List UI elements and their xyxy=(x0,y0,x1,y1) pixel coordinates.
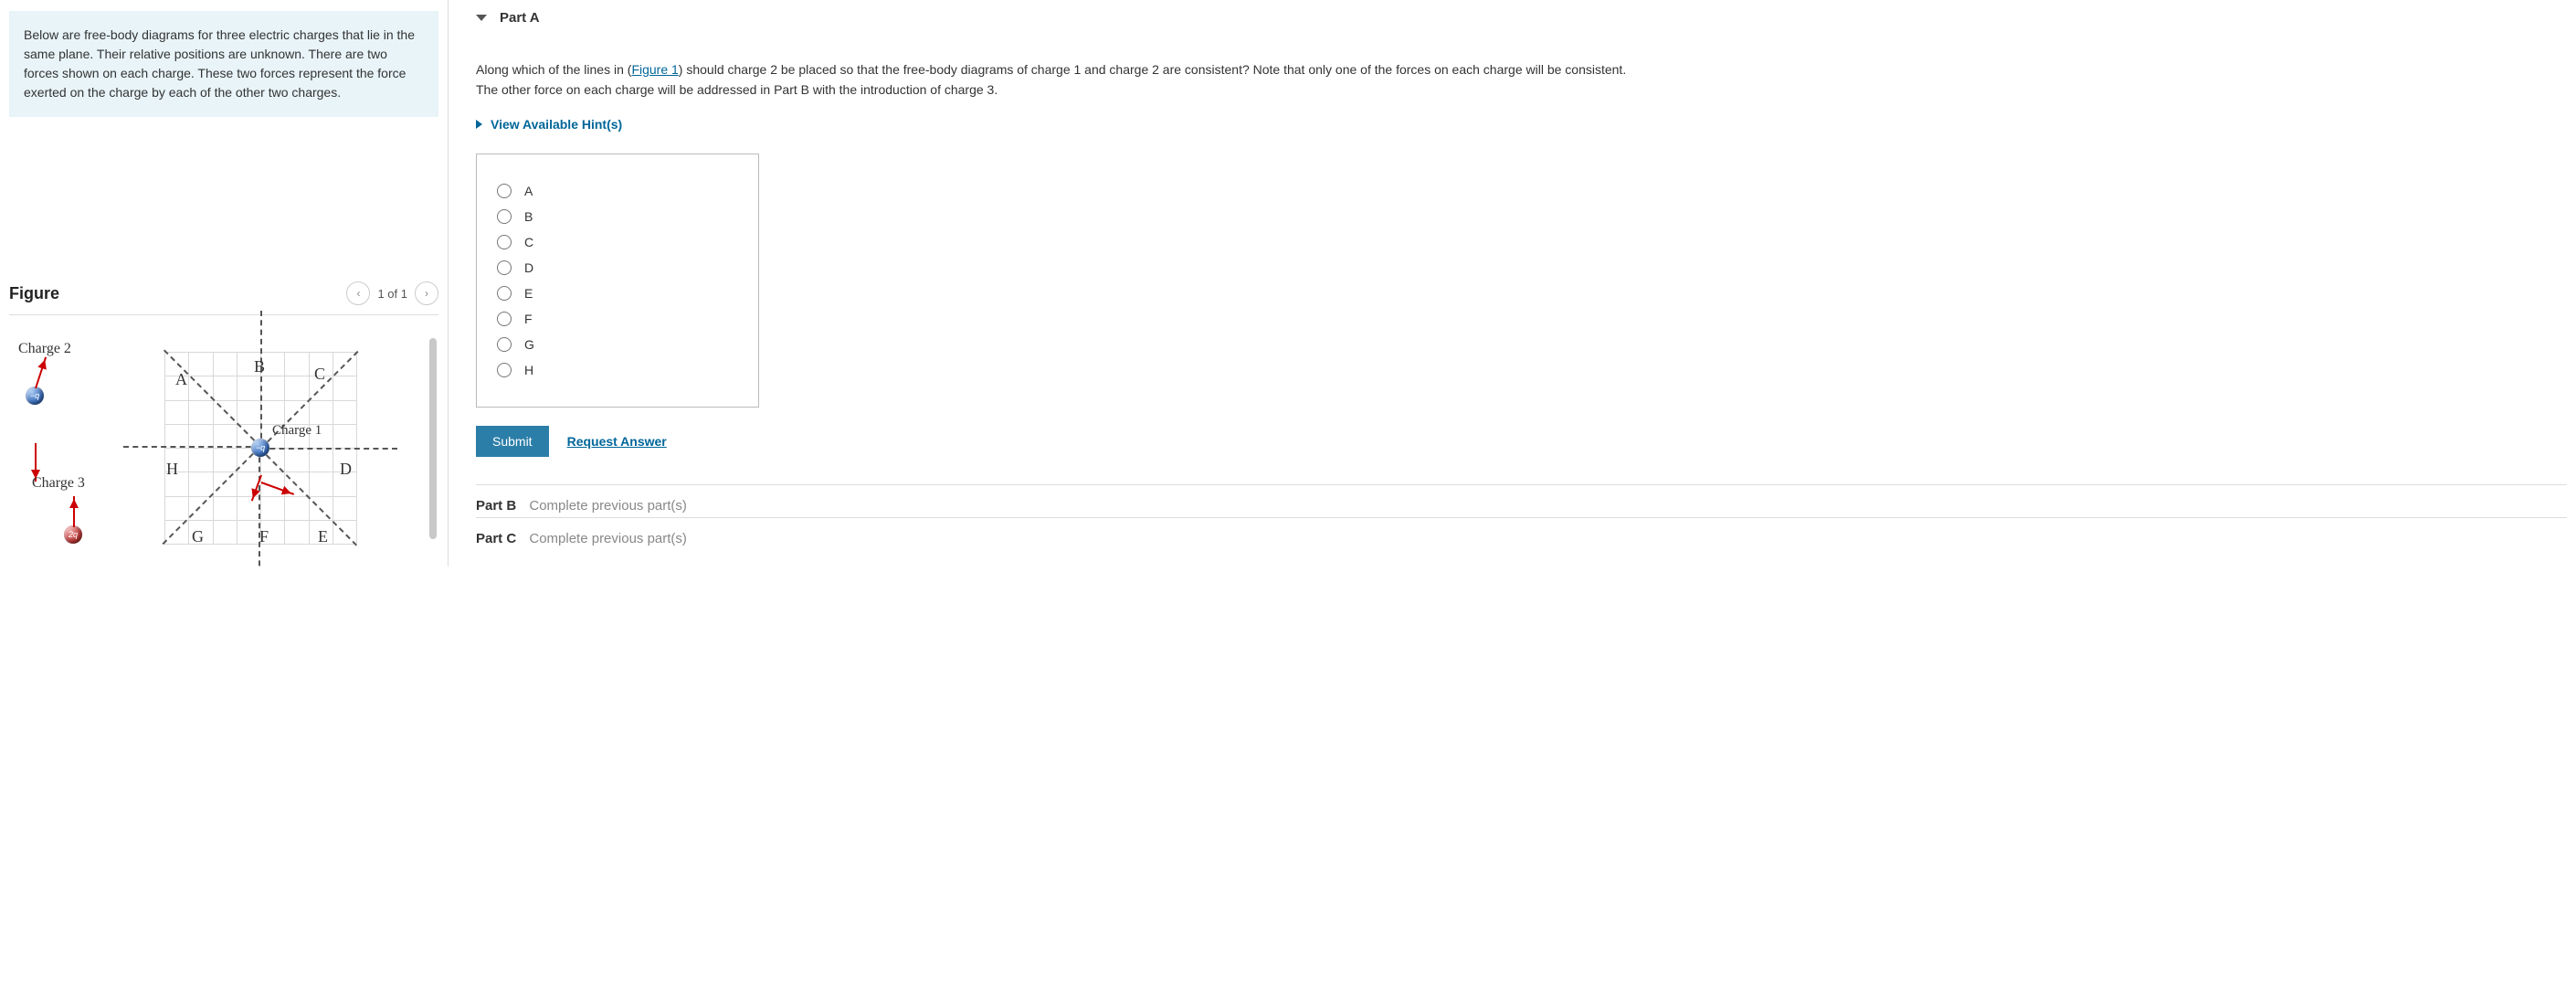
charge3-ball: 2q xyxy=(64,525,82,544)
option-D[interactable]: D xyxy=(497,260,738,275)
action-row: Submit Request Answer xyxy=(476,426,2567,457)
dir-D: D xyxy=(340,460,352,479)
dir-G: G xyxy=(192,527,204,546)
figure-1-link[interactable]: Figure 1 xyxy=(631,62,678,77)
right-panel: Part A Along which of the lines in (Figu… xyxy=(448,0,2576,567)
dir-E: E xyxy=(318,527,328,546)
part-a-title: Part A xyxy=(500,10,540,26)
charge1-ball: −q xyxy=(251,439,269,457)
request-answer-link[interactable]: Request Answer xyxy=(567,434,667,449)
pager-label: 1 of 1 xyxy=(377,287,407,301)
figure-title: Figure xyxy=(9,284,59,303)
figure-image: Charge 2 −q Charge 3 2q xyxy=(9,334,438,544)
submit-button[interactable]: Submit xyxy=(476,426,549,457)
dir-H: H xyxy=(166,460,178,479)
caret-down-icon xyxy=(476,15,487,26)
option-G[interactable]: G xyxy=(497,337,738,352)
charge2-arrow-1 xyxy=(35,356,47,388)
problem-description: Below are free-body diagrams for three e… xyxy=(9,11,438,117)
option-E[interactable]: E xyxy=(497,286,738,301)
dir-B: B xyxy=(254,357,265,376)
option-C[interactable]: C xyxy=(497,235,738,249)
option-F[interactable]: F xyxy=(497,312,738,326)
figure-header: Figure ‹ 1 of 1 › xyxy=(9,281,438,315)
pager-prev-button[interactable]: ‹ xyxy=(346,281,370,305)
part-b-row: Part B Complete previous part(s) xyxy=(476,484,2567,517)
dir-C: C xyxy=(314,365,325,384)
charge3-arrow-1 xyxy=(73,496,75,527)
part-a-question: Along which of the lines in (Figure 1) s… xyxy=(476,59,1627,101)
pager-next-button[interactable]: › xyxy=(415,281,438,305)
caret-right-icon xyxy=(476,120,487,129)
charge1-arrow-1 xyxy=(261,482,294,495)
dir-A: A xyxy=(175,370,187,389)
option-B[interactable]: B xyxy=(497,209,738,224)
option-H[interactable]: H xyxy=(497,363,738,377)
label-charge3: Charge 3 xyxy=(32,475,85,492)
app-container: Below are free-body diagrams for three e… xyxy=(0,0,2576,567)
grid: −q Charge 1 A B C D E F G H xyxy=(164,352,356,544)
charge2-ball: −q xyxy=(26,387,44,405)
left-panel: Below are free-body diagrams for three e… xyxy=(0,0,448,567)
part-b-label: Part B xyxy=(476,498,516,514)
part-c-row: Part C Complete previous part(s) xyxy=(476,517,2567,550)
figure-pager: ‹ 1 of 1 › xyxy=(346,281,438,305)
answer-options: A B C D E F G H xyxy=(476,154,759,408)
view-hints-link[interactable]: View Available Hint(s) xyxy=(476,117,622,132)
part-c-label: Part C xyxy=(476,531,516,546)
part-b-status: Complete previous part(s) xyxy=(529,498,687,514)
label-charge1: Charge 1 xyxy=(272,423,322,439)
part-a-header[interactable]: Part A xyxy=(476,0,2567,43)
option-A[interactable]: A xyxy=(497,184,738,198)
dir-F: F xyxy=(259,527,269,546)
left-scrollbar[interactable] xyxy=(429,338,437,539)
part-c-status: Complete previous part(s) xyxy=(529,531,687,546)
